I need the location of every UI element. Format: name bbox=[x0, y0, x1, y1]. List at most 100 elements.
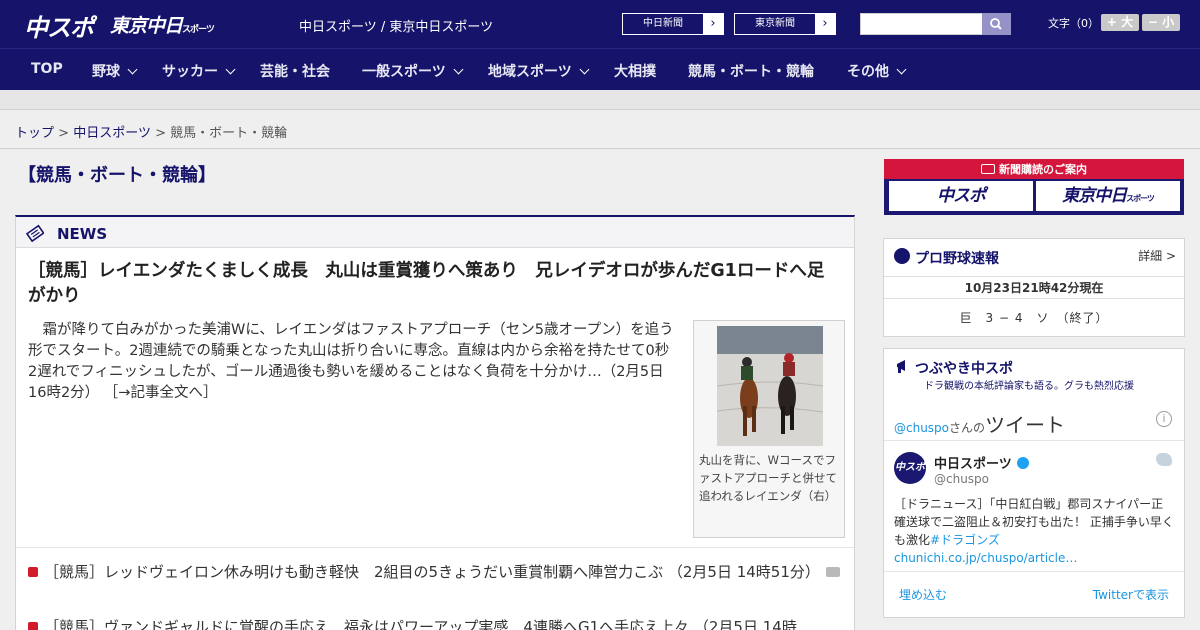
news-list-item[interactable]: ［競馬］ヴァンドギャルドに覚醒の手応え 福永はパワーアップ実感 4連勝へG1へ手… bbox=[28, 617, 840, 630]
handle-suffix: さんの bbox=[949, 421, 986, 435]
game-score[interactable]: 巨 3 − 4 ソ （終了） bbox=[884, 309, 1184, 326]
view-on-twitter-link[interactable]: Twitterで表示 bbox=[1093, 586, 1169, 603]
tokyo-chunichi-logo[interactable]: 東京中日スポーツ bbox=[110, 11, 215, 38]
baseball-card-title: プロ野球速報 bbox=[915, 251, 999, 267]
newspaper-icon bbox=[26, 224, 44, 242]
tokyo-chunichi-sub: スポーツ bbox=[1126, 194, 1155, 203]
nav-item-label: 野球 bbox=[92, 64, 120, 80]
info-icon[interactable]: i bbox=[1156, 411, 1172, 427]
twitter-handle-link[interactable]: @chuspo bbox=[894, 421, 949, 435]
breadcrumb-bar: トップ > 中日スポーツ > 競馬・ボート・競輪 bbox=[0, 111, 1200, 149]
chevron-down-icon bbox=[896, 64, 907, 75]
nav-item-label: サッカー bbox=[162, 64, 218, 80]
font-size-label: 文字（0） bbox=[1048, 17, 1099, 30]
read-full-article-link[interactable]: ［→記事全文へ］ bbox=[104, 385, 218, 401]
breadcrumb: トップ > 中日スポーツ > 競馬・ボート・競輪 bbox=[15, 122, 287, 141]
hashtag-link[interactable]: #ドラゴンズ bbox=[930, 533, 1000, 547]
red-bullet-icon bbox=[28, 567, 38, 577]
subscribe-chuspo-button[interactable]: 中スポ bbox=[889, 181, 1033, 211]
nav-item-label: TOP bbox=[31, 61, 63, 77]
baseball-score-card: プロ野球速報 詳細 > 10月23日21時42分現在 巨 3 − 4 ソ （終了… bbox=[883, 238, 1185, 337]
nav-item-local-sports[interactable]: 地域スポーツ bbox=[488, 61, 590, 81]
divider bbox=[884, 440, 1184, 441]
search-button[interactable] bbox=[982, 13, 1011, 35]
nav-item-baseball[interactable]: 野球 bbox=[92, 61, 138, 81]
divider bbox=[884, 571, 1184, 572]
page-title: 【競馬・ボート・競輪】 bbox=[18, 165, 216, 186]
top-headline-link[interactable]: ［競馬］レイエンダたくましく成長 丸山は重賞獲りへ策あり 兄レイデオロが歩んだG… bbox=[28, 259, 834, 309]
photo-caption: 丸山を背に、Wコースでファストアプローチと併せて追われるレイエンダ（右） bbox=[699, 453, 837, 503]
news-section-label: NEWS bbox=[57, 225, 108, 243]
breadcrumb-separator: > bbox=[58, 126, 70, 141]
tokyo-chunichi-label: 東京中日 bbox=[1062, 186, 1127, 206]
news-panel: NEWS ［競馬］レイエンダたくましく成長 丸山は重賞獲りへ策あり 兄レイデオロ… bbox=[15, 215, 855, 630]
baseball-details-link[interactable]: 詳細 > bbox=[1138, 247, 1176, 264]
news-divider bbox=[16, 547, 854, 548]
nav-item-entertainment[interactable]: 芸能・社会 bbox=[260, 61, 330, 81]
font-smaller-button[interactable]: − 小 bbox=[1142, 14, 1180, 31]
nav-item-label: 一般スポーツ bbox=[362, 64, 446, 80]
nav-item-label: 競馬・ボート・競輪 bbox=[688, 64, 814, 80]
news-header: NEWS bbox=[16, 217, 854, 248]
tweets-label: ツイート bbox=[985, 413, 1066, 437]
chevron-right-icon: › bbox=[703, 14, 723, 34]
baseball-icon bbox=[894, 248, 910, 264]
score-timestamp: 10月23日21時42分現在 bbox=[884, 276, 1184, 299]
nav-item-sumo[interactable]: 大相撲 bbox=[614, 61, 656, 81]
embed-link[interactable]: 埋め込む bbox=[899, 586, 947, 603]
article-photo-box: 丸山を背に、Wコースでファストアプローチと併せて追われるレイエンダ（右） bbox=[693, 320, 845, 538]
nav-item-label: 芸能・社会 bbox=[260, 64, 330, 80]
nav-item-other[interactable]: その他 bbox=[847, 61, 907, 81]
twitter-card-title: つぶやき中スポ bbox=[915, 361, 1013, 377]
chevron-down-icon bbox=[579, 64, 590, 75]
search-input[interactable] bbox=[860, 13, 983, 35]
nav-item-general-sports[interactable]: 一般スポーツ bbox=[362, 61, 464, 81]
tokyo-shimbun-link[interactable]: 東京新聞 › bbox=[734, 13, 836, 35]
news-list-text: ［競馬］ヴァンドギャルドに覚醒の手応え 福永はパワーアップ実感 4連勝へG1へ手… bbox=[44, 618, 797, 630]
red-bullet-icon bbox=[28, 622, 38, 630]
ad-band bbox=[0, 90, 1200, 110]
chunichi-shimbun-link[interactable]: 中日新聞 › bbox=[622, 13, 724, 35]
twitter-bird-icon[interactable] bbox=[1156, 453, 1172, 466]
subscribe-tokyo-chunichi-button[interactable]: 東京中日スポーツ bbox=[1036, 181, 1180, 211]
top-article-lead: 霜が降りて白みがかった美浦Wに、レイエンダはファストアプローチ（セン5歳オープン… bbox=[28, 320, 678, 404]
verified-badge-icon bbox=[1016, 457, 1029, 469]
nav-item-label: その他 bbox=[847, 64, 889, 80]
site-tagline: 中日スポーツ / 東京中日スポーツ bbox=[299, 20, 494, 35]
nav-item-top[interactable]: TOP bbox=[31, 61, 63, 77]
twitter-card: つぶやき中スポ ドラ観戦の本紙評論家も語る。グラも熱烈応援 @chuspoさんの… bbox=[883, 348, 1185, 618]
breadcrumb-section-link[interactable]: 中日スポーツ bbox=[73, 126, 151, 141]
paper-link-label: 東京新聞 bbox=[755, 18, 795, 29]
subscription-title-text: 新聞購読のご案内 bbox=[999, 163, 1087, 176]
paper-link-label: 中日新聞 bbox=[643, 18, 683, 29]
avatar[interactable]: 中スポ bbox=[894, 452, 926, 484]
chevron-right-icon: › bbox=[815, 14, 835, 34]
font-larger-button[interactable]: + 大 bbox=[1101, 14, 1139, 31]
nav-item-soccer[interactable]: サッカー bbox=[162, 61, 236, 81]
racehorse-photo[interactable] bbox=[717, 326, 823, 446]
megaphone-icon bbox=[897, 360, 905, 373]
account-name[interactable]: 中日スポーツ bbox=[934, 453, 1029, 472]
twitter-timeline-header: @chuspoさんのツイート bbox=[894, 409, 1065, 438]
tokyo-logo-text: 東京中日 bbox=[110, 15, 183, 37]
camera-icon bbox=[825, 567, 840, 577]
site-header: 中スポ 東京中日スポーツ 中日スポーツ / 東京中日スポーツ 中日新聞 › 東京… bbox=[0, 0, 1200, 48]
nav-item-label: 大相撲 bbox=[614, 64, 656, 80]
news-list-item[interactable]: ［競馬］レッドヴェイロン休み明けも動き軽快 2組目の5きょうだい重賞制覇へ陣営力… bbox=[28, 562, 840, 583]
nav-item-label: 地域スポーツ bbox=[488, 64, 572, 80]
account-id[interactable]: @chuspo bbox=[934, 472, 989, 486]
tokyo-logo-sub: スポーツ bbox=[182, 25, 215, 35]
breadcrumb-separator: > bbox=[155, 126, 166, 141]
chevron-down-icon bbox=[453, 64, 464, 75]
subscription-title: 新聞購読のご案内 bbox=[884, 161, 1184, 177]
account-name-text: 中日スポーツ bbox=[934, 457, 1012, 472]
breadcrumb-top-link[interactable]: トップ bbox=[15, 126, 54, 141]
chevron-down-icon bbox=[127, 64, 138, 75]
twitter-card-subtitle: ドラ観戦の本紙評論家も語る。グラも熱烈応援 bbox=[924, 381, 1134, 392]
nav-item-racing[interactable]: 競馬・ボート・競輪 bbox=[688, 61, 814, 81]
tweet-text: ［ドラニュース］「中日紅白戦」郡司スナイパー正確送球で二盗阻止＆初安打も出た！ … bbox=[894, 495, 1174, 567]
chevron-down-icon bbox=[225, 64, 236, 75]
chuspo-logo[interactable]: 中スポ bbox=[24, 8, 94, 43]
tweet-url-link[interactable]: chunichi.co.jp/chuspo/article… bbox=[894, 551, 1077, 565]
main-nav: TOP 野球 サッカー 芸能・社会 一般スポーツ 地域スポーツ 大相撲 競馬・ボ… bbox=[0, 48, 1200, 90]
